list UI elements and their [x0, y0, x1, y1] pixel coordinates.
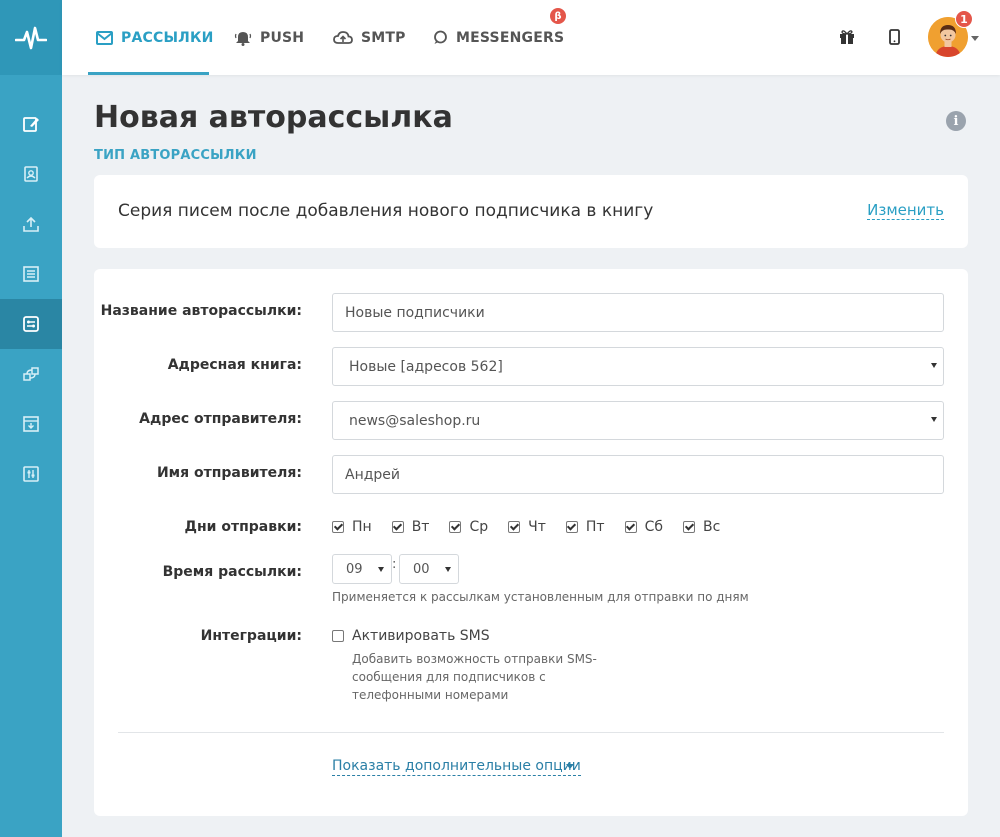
day-checkbox-thu[interactable]: Чт — [508, 519, 546, 535]
sidebar-item-campaigns[interactable] — [0, 249, 62, 299]
sidebar-item-settings[interactable] — [0, 449, 62, 499]
checkbox[interactable] — [449, 521, 462, 533]
tab-label: РАССЫЛКИ — [121, 29, 214, 46]
integration-icon — [23, 367, 39, 381]
checkbox[interactable] — [683, 521, 695, 533]
tab-label: PUSH — [260, 29, 305, 46]
automation-icon — [23, 316, 39, 332]
type-card: Серия писем после добавления нового подп… — [94, 175, 968, 248]
hour-select[interactable]: 09 — [332, 554, 392, 584]
beta-badge: β — [550, 8, 566, 24]
address-book-icon — [24, 166, 38, 182]
days-label: Дни отправки: — [184, 519, 302, 535]
archive-icon — [23, 416, 39, 432]
day-checkbox-tue[interactable]: Вт — [391, 519, 430, 535]
sidebar — [0, 0, 62, 837]
day-checkbox-wed[interactable]: Ср — [449, 519, 488, 535]
day-label: Ср — [469, 519, 489, 535]
info-icon[interactable]: i — [946, 111, 966, 131]
sidebar-item-addressbooks[interactable] — [0, 149, 62, 199]
sidebar-item-create[interactable] — [0, 99, 62, 149]
cloud-icon — [333, 30, 353, 45]
change-type-link[interactable]: Изменить — [867, 201, 944, 220]
tab-smtp[interactable]: SMTP — [333, 0, 406, 75]
sender-name-label: Имя отправителя: — [156, 465, 302, 481]
tab-push[interactable]: PUSH — [234, 0, 304, 75]
minute-select[interactable]: 00 — [399, 554, 459, 584]
sms-checkbox[interactable] — [332, 630, 344, 642]
day-checkbox-sun[interactable]: Вс — [683, 519, 720, 535]
bell-icon — [234, 29, 252, 46]
hour-value: 09 — [346, 561, 363, 577]
address-book-select[interactable]: Новые [адресов 562] — [332, 347, 944, 386]
edit-icon — [23, 117, 39, 132]
checkbox[interactable] — [508, 521, 521, 533]
sender-name-input[interactable]: Андрей — [332, 455, 944, 494]
dropdown-arrow-icon — [931, 417, 937, 422]
gift-icon[interactable] — [836, 26, 858, 48]
page-title: Новая авторассылка — [94, 100, 453, 135]
days-checkboxes: Пн Вт Ср Чт Пт Сб Вс — [332, 519, 740, 535]
autoresponder-type: Серия писем после добавления нового подп… — [118, 201, 654, 221]
mobile-icon[interactable] — [883, 26, 905, 48]
sender-name-value: Андрей — [345, 466, 401, 483]
pulse-logo-icon — [15, 26, 47, 49]
day-label: Вт — [411, 519, 430, 535]
day-label: Сб — [644, 519, 663, 535]
chat-icon — [433, 30, 448, 45]
sidebar-item-upload[interactable] — [0, 199, 62, 249]
caret-down-icon[interactable] — [566, 764, 574, 769]
tab-label: MESSENGERS — [456, 29, 565, 46]
day-label: Пт — [585, 519, 605, 535]
sidebar-item-integrations[interactable] — [0, 349, 62, 399]
checkbox[interactable] — [565, 521, 578, 533]
checkbox[interactable] — [332, 521, 344, 533]
minute-value: 00 — [413, 561, 430, 577]
notification-badge: 1 — [955, 10, 973, 28]
day-label: Чт — [528, 519, 546, 535]
book-label: Адресная книга: — [167, 357, 302, 373]
dropdown-arrow-icon — [378, 567, 384, 572]
sms-label[interactable]: Активировать SMS — [352, 628, 490, 644]
logo[interactable] — [0, 0, 62, 75]
name-label: Название авторассылки: — [100, 303, 302, 319]
top-navbar: РАССЫЛКИ PUSH SMTP MESSENGERS β 1 — [62, 0, 1000, 75]
day-checkbox-sat[interactable]: Сб — [624, 519, 663, 535]
day-checkbox-fri[interactable]: Пт — [565, 519, 605, 535]
time-separator: : — [392, 557, 397, 572]
address-book-value: Новые [адресов 562] — [349, 358, 503, 375]
dropdown-arrow-icon — [445, 567, 451, 572]
settings-icon — [23, 466, 39, 482]
tab-label: SMTP — [361, 29, 406, 46]
mail-icon — [96, 30, 113, 45]
time-label: Время рассылки: — [162, 564, 302, 580]
sender-address-value: news@saleshop.ru — [349, 412, 481, 429]
day-checkbox-mon[interactable]: Пн — [332, 519, 372, 535]
chevron-down-icon[interactable] — [971, 36, 979, 41]
checkbox[interactable] — [391, 521, 404, 533]
settings-form: Название авторассылки: Новые подписчики … — [94, 269, 968, 816]
sender-address-label: Адрес отправителя: — [139, 411, 302, 427]
name-input[interactable]: Новые подписчики — [332, 293, 944, 332]
time-hint: Применяется к рассылкам установленным дл… — [332, 590, 749, 604]
sidebar-item-automation[interactable] — [0, 299, 62, 349]
tab-mailings[interactable]: РАССЫЛКИ — [96, 0, 214, 75]
section-label: ТИП АВТОРАССЫЛКИ — [94, 148, 257, 163]
sidebar-item-archive[interactable] — [0, 399, 62, 449]
upload-icon — [23, 216, 39, 232]
show-more-options-link[interactable]: Показать дополнительные опции — [332, 757, 581, 776]
sender-address-select[interactable]: news@saleshop.ru — [332, 401, 944, 440]
name-input-value: Новые подписчики — [345, 304, 485, 321]
integrations-label: Интеграции: — [200, 628, 302, 644]
active-tab-indicator — [88, 72, 209, 75]
divider — [118, 732, 944, 733]
day-label: Вс — [703, 519, 721, 535]
tab-messengers[interactable]: MESSENGERS — [433, 0, 564, 75]
dropdown-arrow-icon — [931, 363, 937, 368]
day-label: Пн — [352, 519, 372, 535]
sms-description: Добавить возможность отправки SMS-сообще… — [352, 652, 597, 702]
list-icon — [23, 266, 39, 282]
checkbox[interactable] — [624, 521, 637, 533]
